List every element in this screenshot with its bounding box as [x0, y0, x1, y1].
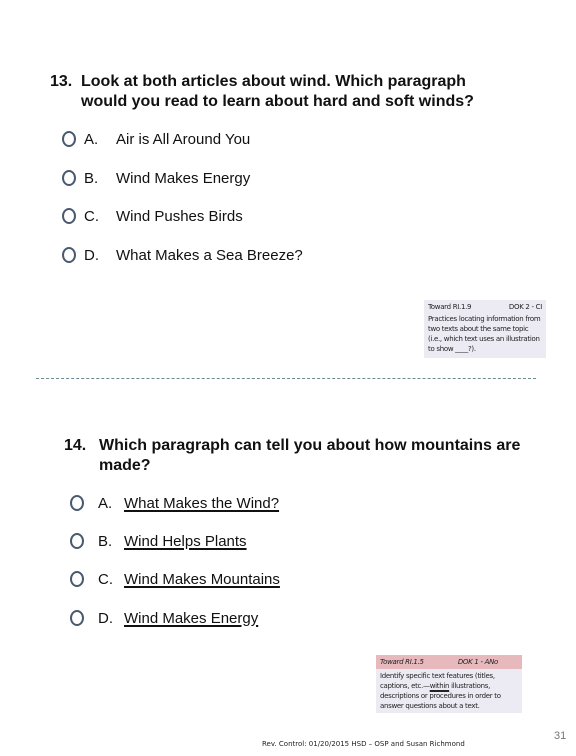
option-letter: A.: [98, 494, 113, 512]
standard-code: Toward RI.1.5: [380, 658, 424, 666]
option-letter: C.: [98, 570, 113, 588]
q13-option-a[interactable]: A. Air is All Around You: [62, 128, 250, 150]
question-number: 14.: [64, 437, 87, 454]
option-text: What Makes a Sea Breeze?: [116, 246, 303, 264]
option-text: Wind Makes Energy: [116, 169, 251, 187]
standard-description: Practices locating information from two …: [428, 315, 541, 353]
q14-option-a[interactable]: A. What Makes the Wind?: [70, 492, 279, 514]
radio-button-icon[interactable]: [62, 131, 76, 147]
standard-header: Toward RI.1.9 DOK 2 - CI: [424, 300, 546, 314]
option-text: Wind Makes Mountains: [124, 570, 280, 588]
question-14-title: 14. Which paragraph can tell you about h…: [64, 436, 544, 476]
question-number: 13.: [50, 73, 73, 90]
option-letter: B.: [84, 169, 99, 187]
question-text-line1: Look at both articles about wind. Which …: [81, 73, 466, 90]
standard-code: Toward RI.1.9: [428, 303, 472, 311]
question-text-line2: made?: [99, 457, 151, 474]
q13-option-d[interactable]: D. What Makes a Sea Breeze?: [62, 244, 303, 266]
option-text: What Makes the Wind?: [124, 494, 280, 512]
q14-option-c[interactable]: C. Wind Makes Mountains: [70, 568, 280, 590]
radio-button-icon[interactable]: [70, 571, 84, 587]
option-text: Air is All Around You: [116, 130, 251, 148]
dok-level: DOK 1 - ANo: [457, 658, 498, 666]
radio-button-icon[interactable]: [70, 610, 84, 626]
question-text-line2: would you read to learn about hard and s…: [81, 93, 474, 110]
option-letter: D.: [84, 246, 99, 264]
radio-button-icon[interactable]: [62, 170, 76, 186]
option-text: Wind Makes Energy: [124, 609, 259, 627]
footer-revision: Rev. Control: 01/20/2015 HSD – OSP and S…: [262, 740, 465, 748]
option-text: Wind Helps Plants: [124, 532, 247, 550]
option-letter: A.: [84, 130, 99, 148]
option-text: Wind Pushes Birds: [116, 207, 243, 225]
q14-option-d[interactable]: D. Wind Makes Energy: [70, 607, 258, 629]
q14-option-b[interactable]: B. Wind Helps Plants: [70, 530, 247, 552]
standard-header: Toward RI.1.5 DOK 1 - ANo: [376, 655, 522, 669]
q13-option-c[interactable]: C. Wind Pushes Birds: [62, 205, 243, 227]
radio-button-icon[interactable]: [62, 208, 76, 224]
question-13-title: 13. Look at both articles about wind. Wh…: [50, 72, 530, 112]
section-divider: [36, 378, 536, 379]
question-text-line1: Which paragraph can tell you about how m…: [99, 437, 521, 454]
radio-button-icon[interactable]: [70, 495, 84, 511]
option-letter: D.: [98, 609, 113, 627]
radio-button-icon[interactable]: [62, 247, 76, 263]
radio-button-icon[interactable]: [70, 533, 84, 549]
option-letter: B.: [98, 532, 113, 550]
standard-box-q14: Toward RI.1.5 DOK 1 - ANo Identify speci…: [376, 655, 522, 713]
option-letter: C.: [84, 207, 99, 225]
description-emphasis: within: [429, 682, 450, 690]
standard-description: Identify specific text features (titles,…: [376, 669, 522, 714]
standard-box-q13: Toward RI.1.9 DOK 2 - CI Practices locat…: [424, 300, 546, 358]
page-number: 31: [554, 730, 567, 742]
dok-level: DOK 2 - CI: [508, 303, 542, 311]
q13-option-b[interactable]: B. Wind Makes Energy: [62, 167, 250, 189]
